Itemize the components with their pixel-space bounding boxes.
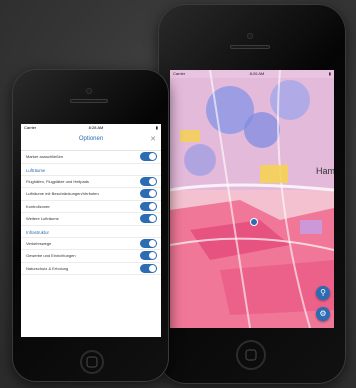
front-camera xyxy=(247,33,253,39)
map-screen[interactable]: Carrier 8:26 AM ▮ Ham ⚲ ⚙ xyxy=(170,70,334,328)
time-label: 8:28 AM xyxy=(88,125,104,130)
time-label: 8:26 AM xyxy=(249,71,265,76)
earpiece-speaker xyxy=(230,45,270,49)
map-city-label: Ham xyxy=(316,166,334,176)
current-location-marker xyxy=(250,218,258,226)
battery-icon: ▮ xyxy=(328,71,331,76)
option-toggle[interactable] xyxy=(140,189,157,199)
phone-options: Carrier 8:28 AM ▮ Optionen ✕ Marker auss… xyxy=(12,69,169,382)
option-row: Weitere Lufträume xyxy=(21,213,161,226)
carrier-label: Carrier xyxy=(173,71,186,76)
status-bar: Carrier 8:26 AM ▮ xyxy=(170,70,334,78)
option-row: Lufträume mit Beschränkungen/Verboten xyxy=(21,188,161,201)
home-button[interactable] xyxy=(236,340,266,370)
option-toggle[interactable] xyxy=(140,251,157,261)
option-row: Flughäfen, Flugplätze und Helipads xyxy=(21,176,161,188)
option-label: Verkehrswege xyxy=(26,240,52,246)
option-toggle[interactable] xyxy=(140,152,157,162)
settings-button[interactable]: ⚙ xyxy=(316,307,330,321)
option-toggle[interactable] xyxy=(140,214,157,224)
options-title: Optionen xyxy=(78,136,104,142)
map-canvas[interactable] xyxy=(170,70,334,328)
options-header: Optionen ✕ xyxy=(21,132,161,151)
section-header-infrastructure: Infrastruktur xyxy=(21,226,161,238)
option-label: Lufträume mit Beschränkungen/Verboten xyxy=(26,191,99,197)
front-camera xyxy=(86,88,92,94)
option-toggle[interactable] xyxy=(140,201,157,211)
search-button[interactable]: ⚲ xyxy=(316,286,330,300)
option-toggle[interactable] xyxy=(140,238,157,248)
earpiece-speaker xyxy=(70,99,108,103)
option-label: Flughäfen, Flugplätze und Helipads xyxy=(26,178,89,184)
section-header-airspaces: Lufträume xyxy=(21,164,161,176)
option-row: Naturschutz & Erholung xyxy=(21,263,161,275)
option-label: Naturschutz & Erholung xyxy=(26,265,69,271)
option-row: Marker ausschließen xyxy=(21,151,161,164)
search-icon: ⚲ xyxy=(320,288,326,297)
option-label: Weitere Lufträume xyxy=(26,216,59,222)
option-label: Gewerbe und Einrichtungen xyxy=(26,253,76,259)
option-label: Marker ausschließen xyxy=(26,154,64,160)
battery-icon: ▮ xyxy=(155,125,158,130)
option-label: Kontrollzonen xyxy=(26,203,51,209)
option-toggle[interactable] xyxy=(140,176,157,186)
phone-map: Carrier 8:26 AM ▮ Ham ⚲ ⚙ xyxy=(158,4,346,384)
option-toggle[interactable] xyxy=(140,263,157,273)
home-button[interactable] xyxy=(80,350,104,374)
carrier-label: Carrier xyxy=(24,125,37,130)
close-button[interactable]: ✕ xyxy=(150,135,156,143)
options-screen: Carrier 8:28 AM ▮ Optionen ✕ Marker auss… xyxy=(21,124,161,337)
option-row: Verkehrswege xyxy=(21,238,161,250)
option-row: Kontrollzonen xyxy=(21,201,161,213)
close-icon: ✕ xyxy=(150,136,156,143)
option-row: Gewerbe und Einrichtungen xyxy=(21,250,161,263)
gear-icon: ⚙ xyxy=(319,309,327,318)
status-bar: Carrier 8:28 AM ▮ xyxy=(21,124,161,132)
